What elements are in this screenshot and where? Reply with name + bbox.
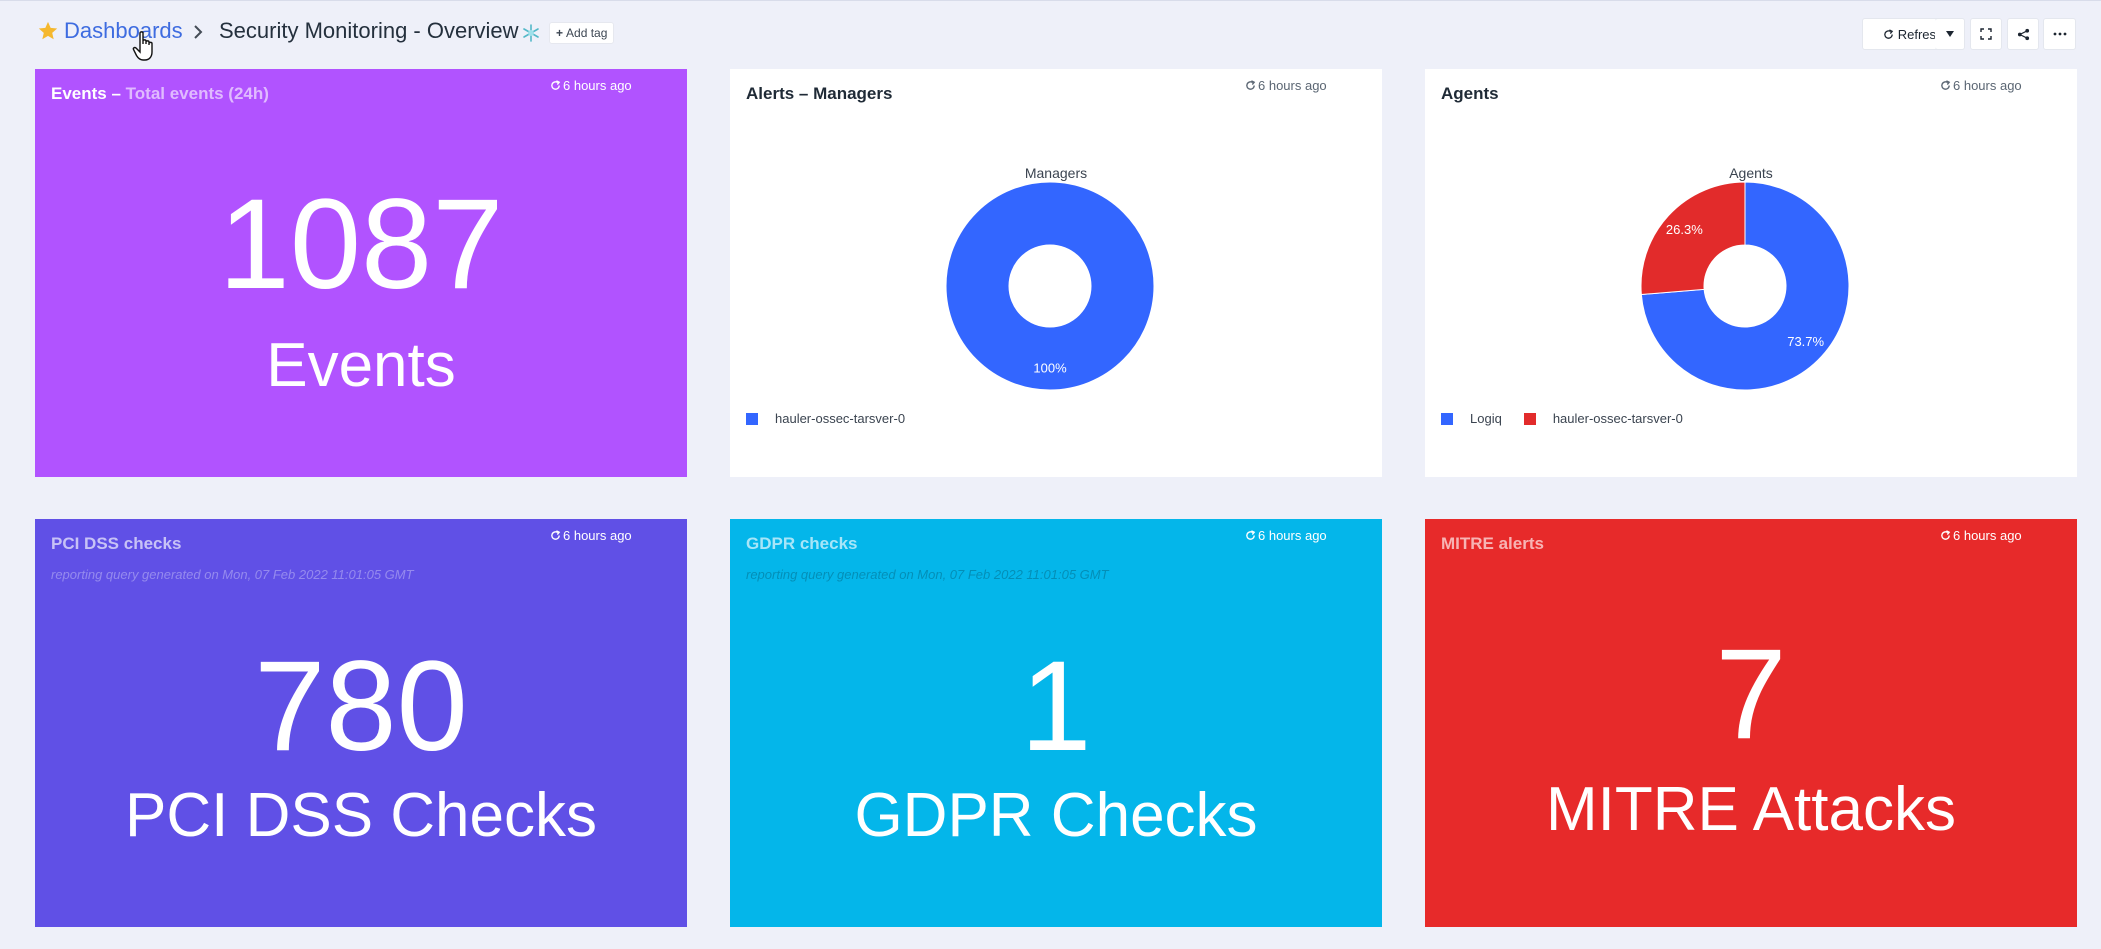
legend-swatch	[1441, 412, 1453, 425]
share-icon	[2017, 28, 2029, 40]
updated-label: 6 hours ago	[563, 78, 632, 93]
chevron-right-icon	[194, 25, 203, 39]
panel-title: Events – Total events (24h)	[51, 84, 269, 104]
legend-swatch	[746, 412, 758, 425]
legend-label: Logiq	[1470, 411, 1502, 426]
add-tag-label: Add tag	[566, 26, 608, 40]
managers-pie-chart: Managers 100% hauler-ossec-tarsver-0	[730, 69, 1382, 477]
pie-legend: hauler-ossec-tarsver-0	[746, 411, 927, 426]
panel-title-sub: Total events (24h)	[125, 84, 269, 103]
panel-title: GDPR checks	[746, 534, 858, 553]
pie-slice-1[interactable]	[1640, 181, 1746, 296]
legend-label: hauler-ossec-tarsver-0	[1552, 411, 1683, 426]
pie-slice-label-1: 26.3%	[1666, 222, 1703, 237]
refresh-icon	[551, 80, 561, 90]
pie-slice-label-0: 73.7%	[1787, 334, 1824, 349]
panel-title-main: Events	[51, 84, 107, 103]
pci-dss-panel[interactable]: PCI DSS checks 6 hours ago reporting que…	[35, 519, 687, 927]
updated-label: 6 hours ago	[1953, 528, 2022, 543]
pie-legend: Logiq hauler-ossec-tarsver-0	[1441, 411, 1705, 426]
panel-updated-time: 6 hours ago	[1245, 528, 1327, 543]
legend-item[interactable]: hauler-ossec-tarsver-0	[1523, 411, 1683, 426]
panel-title: PCI DSS checks	[51, 534, 182, 553]
star-icon[interactable]	[37, 20, 59, 42]
fullscreen-icon	[1980, 28, 1992, 40]
pie-slice-0[interactable]	[945, 181, 1155, 391]
snowflake-tag-icon	[523, 24, 539, 42]
dashboard-header: Dashboards Security Monitoring - Overvie…	[0, 1, 2101, 67]
pie-slice-label-0: 100%	[1033, 361, 1067, 376]
refresh-icon	[1883, 28, 1893, 39]
legend-item[interactable]: Logiq	[1441, 411, 1502, 426]
mitre-panel[interactable]: MITRE alerts 6 hours ago 7 MITRE Attacks	[1425, 519, 2077, 927]
counter-label: MITRE Attacks	[1546, 775, 1956, 844]
refresh-icon	[551, 530, 561, 540]
refresh-icon	[1941, 530, 1951, 540]
caret-down-icon	[1945, 31, 1954, 37]
counter-value: 7	[1715, 623, 1787, 766]
agents-panel[interactable]: Agents 6 hours ago Agents 73.7% 26.3% Log…	[1425, 69, 2077, 477]
add-tag-button[interactable]: + Add tag	[549, 22, 615, 44]
plus-icon: +	[556, 26, 564, 40]
alerts-managers-panel[interactable]: Alerts – Managers 6 hours ago Managers 1…	[730, 69, 1382, 477]
title-separator: –	[106, 84, 126, 103]
counter-value: 1087	[218, 173, 504, 316]
breadcrumb-dashboards-link[interactable]: Dashboards	[64, 18, 183, 44]
fullscreen-button[interactable]	[1970, 18, 2002, 50]
panel-updated-time: 6 hours ago	[1940, 528, 2022, 543]
agents-pie-chart: Agents 73.7% 26.3% Logiq hauler-ossec-tars…	[1425, 69, 2077, 477]
counter-value: 1	[1020, 635, 1092, 778]
panel-description: reporting query generated on Mon, 07 Feb…	[746, 567, 1109, 582]
page-title: Security Monitoring - Overview	[219, 18, 519, 43]
more-options-button[interactable]	[2043, 18, 2076, 50]
counter-label: PCI DSS Checks	[124, 781, 598, 850]
hand-cursor-icon	[132, 31, 153, 61]
counter-value: 780	[254, 635, 468, 778]
updated-label: 6 hours ago	[563, 528, 632, 543]
share-button[interactable]	[2007, 18, 2039, 50]
legend-item[interactable]: hauler-ossec-tarsver-0	[746, 411, 905, 426]
counter-label: GDPR Checks	[854, 781, 1258, 850]
gdpr-panel[interactable]: GDPR checks 6 hours ago reporting query …	[730, 519, 1382, 927]
updated-label: 6 hours ago	[1258, 528, 1327, 543]
counter-label: Events	[266, 331, 456, 400]
panel-title: MITRE alerts	[1441, 534, 1544, 553]
panel-description: reporting query generated on Mon, 07 Feb…	[51, 567, 414, 582]
legend-label: hauler-ossec-tarsver-0	[775, 411, 906, 426]
refresh-icon	[1246, 530, 1256, 540]
more-icon	[2053, 32, 2066, 36]
legend-swatch	[1523, 412, 1536, 425]
events-panel[interactable]: Events – Total events (24h) 6 hours ago …	[35, 69, 687, 477]
refresh-options-dropdown[interactable]	[1935, 18, 1965, 50]
panel-updated-time: 6 hours ago	[550, 78, 632, 93]
panel-updated-time: 6 hours ago	[550, 528, 632, 543]
